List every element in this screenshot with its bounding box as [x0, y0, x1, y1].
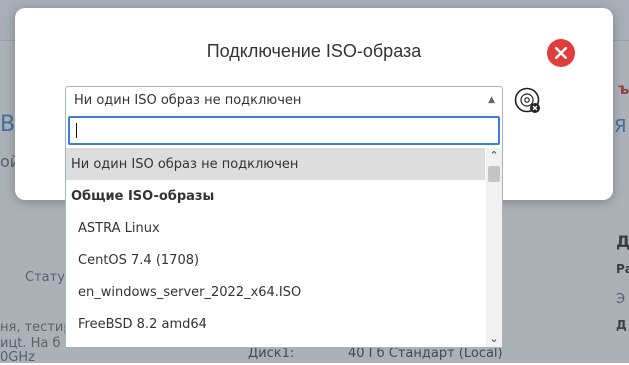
scroll-down-icon[interactable]: ⌄: [486, 332, 502, 346]
eject-disc-button[interactable]: [514, 87, 542, 115]
dropdown-scrollbar[interactable]: ⌃ ⌄: [486, 148, 502, 347]
option-item[interactable]: en_windows_server_2022_x64.ISO: [66, 276, 485, 308]
close-button[interactable]: [547, 39, 575, 67]
close-icon: [555, 47, 567, 59]
scroll-thumb[interactable]: [488, 166, 500, 182]
dialog-title: Подключение ISO-образа: [206, 41, 422, 61]
scroll-up-icon[interactable]: ⌃: [486, 149, 502, 163]
option-item[interactable]: CentOS 7.4 (1708): [66, 244, 485, 276]
iso-image-select[interactable]: Ни один ISO образ не подключен ▲: [65, 86, 503, 112]
iso-dropdown: Ни один ISO образ не подключен Общие ISO…: [65, 112, 503, 348]
option-group-shared: Общие ISO-образы: [71, 189, 215, 204]
option-item[interactable]: ASTRA Linux: [66, 212, 485, 244]
option-item[interactable]: FreeBSD 8.2 amd64: [66, 308, 485, 340]
text-cursor: [76, 123, 77, 138]
select-current-value: Ни один ISO образ не подключен: [74, 93, 302, 108]
disc-eject-icon: [514, 87, 540, 113]
caret-up-icon: ▲: [488, 95, 495, 105]
dropdown-search-input[interactable]: [68, 116, 500, 145]
option-none[interactable]: Ни один ISO образ не подключен: [66, 148, 485, 180]
options-list: Ни один ISO образ не подключен Общие ISO…: [66, 148, 485, 347]
